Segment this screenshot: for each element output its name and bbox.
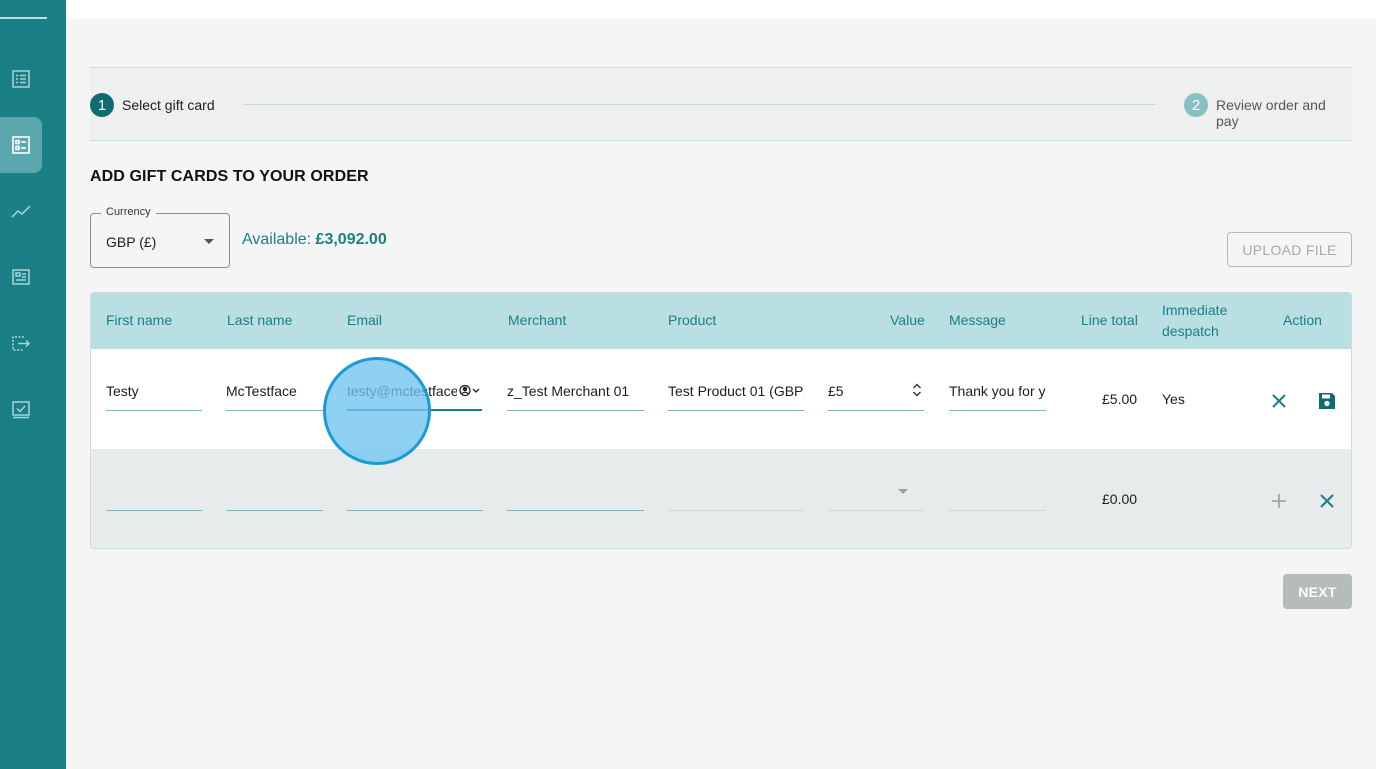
message-field[interactable]: Thank you for your xyxy=(949,377,1046,411)
first-name-field[interactable]: Testy xyxy=(106,377,202,411)
table-row-new: £0.00 xyxy=(91,449,1351,548)
plus-icon xyxy=(1272,494,1286,508)
sidebar-item-gift-cards[interactable] xyxy=(0,117,42,173)
document-icon xyxy=(12,269,30,285)
order-stepper: 1 Select gift card 2 Review order and pa… xyxy=(90,67,1352,141)
product-value: Test Product 01 (GBP) xyxy=(668,383,804,399)
field-underline xyxy=(226,410,323,411)
gift-card-table: First name Last name Email Merchant Prod… xyxy=(90,292,1352,549)
header-immediate-despatch-line1: Immediate xyxy=(1162,302,1228,318)
field-underline xyxy=(949,410,1046,411)
stepper-arrows-icon[interactable] xyxy=(912,382,922,398)
page-title: ADD GIFT CARDS TO YOUR ORDER xyxy=(90,168,369,185)
top-bar xyxy=(66,0,1376,19)
line-total-value: £5.00 xyxy=(1102,391,1138,407)
last-name-input-empty[interactable] xyxy=(226,510,323,511)
sidebar xyxy=(0,0,66,769)
table-row: Testy McTestface testy@mctestface z_Test… xyxy=(91,349,1351,449)
last-name-field[interactable]: McTestface xyxy=(226,377,323,411)
step-1-label: Select gift card xyxy=(122,97,215,113)
first-name-input-empty[interactable] xyxy=(106,510,202,511)
available-balance: Available: £3,092.00 xyxy=(242,231,387,249)
sidebar-item-approvals[interactable] xyxy=(0,381,42,437)
save-icon xyxy=(1319,393,1335,409)
header-action: Action xyxy=(1283,312,1322,328)
currency-label: Currency xyxy=(101,206,156,218)
field-underline xyxy=(828,510,924,511)
merchant-input-empty[interactable] xyxy=(507,510,644,511)
step-2-number: 2 xyxy=(1184,93,1208,117)
value-stepper[interactable]: £5 xyxy=(828,377,924,411)
caret-down-icon xyxy=(204,239,214,244)
available-amount: £3,092.00 xyxy=(315,231,387,248)
caret-down-icon xyxy=(898,489,908,494)
step-connector xyxy=(243,104,1155,105)
list-icon xyxy=(12,70,30,88)
first-name-value: Testy xyxy=(106,383,139,399)
autofill-contact-icon[interactable] xyxy=(459,384,481,397)
available-label: Available: xyxy=(242,231,312,248)
remove-row-button[interactable] xyxy=(1267,389,1291,413)
upload-file-button[interactable]: UPLOAD FILE xyxy=(1227,232,1352,267)
header-first-name: First name xyxy=(106,312,173,328)
email-input-empty[interactable] xyxy=(347,510,483,511)
header-email: Email xyxy=(347,312,383,328)
save-row-button[interactable] xyxy=(1315,389,1339,413)
header-last-name: Last name xyxy=(227,312,293,328)
immediate-despatch-value: Yes xyxy=(1162,391,1185,407)
next-button[interactable]: NEXT xyxy=(1283,574,1352,609)
field-underline xyxy=(668,410,804,411)
merchant-field[interactable]: z_Test Merchant 01 xyxy=(507,377,644,411)
currency-value: GBP (£) xyxy=(106,234,157,250)
header-immediate-despatch-line2: despatch xyxy=(1162,323,1219,339)
checklist-icon xyxy=(12,136,30,154)
last-name-value: McTestface xyxy=(226,383,297,399)
value-select-empty[interactable] xyxy=(828,479,924,511)
product-field[interactable]: Test Product 01 (GBP) xyxy=(668,377,804,411)
close-icon xyxy=(1272,394,1286,408)
message-input-empty[interactable] xyxy=(949,510,1046,511)
header-product: Product xyxy=(668,312,717,328)
sidebar-item-reports[interactable] xyxy=(0,249,42,305)
sidebar-item-transfer[interactable] xyxy=(0,315,42,371)
add-row-button[interactable] xyxy=(1267,489,1291,513)
close-icon xyxy=(1320,494,1334,508)
header-merchant: Merchant xyxy=(508,312,567,328)
sidebar-item-orders-list[interactable] xyxy=(0,51,42,107)
header-message: Message xyxy=(949,312,1006,328)
field-underline xyxy=(828,410,924,411)
step-1-number: 1 xyxy=(90,93,114,117)
sidebar-item-analytics[interactable] xyxy=(0,183,42,239)
remove-new-row-button[interactable] xyxy=(1315,489,1339,513)
message-value: Thank you for your xyxy=(949,383,1046,399)
sidebar-divider xyxy=(0,17,47,19)
chart-line-icon xyxy=(11,205,31,218)
header-line-total: Line total xyxy=(1081,312,1138,328)
checkbox-icon xyxy=(12,401,30,419)
header-value: Value xyxy=(890,312,925,328)
value-amount: £5 xyxy=(828,383,844,399)
line-total-value: £0.00 xyxy=(1102,491,1138,507)
merchant-value: z_Test Merchant 01 xyxy=(507,383,630,399)
product-input-empty[interactable] xyxy=(668,510,804,511)
currency-select[interactable]: Currency GBP (£) xyxy=(90,206,230,268)
export-icon xyxy=(12,336,31,351)
table-header: First name Last name Email Merchant Prod… xyxy=(91,293,1351,349)
field-underline xyxy=(106,410,202,411)
logo-fragment-icon xyxy=(4,0,44,2)
step-2-label: Review order and pay xyxy=(1216,97,1326,129)
click-indicator xyxy=(323,357,431,465)
field-underline xyxy=(507,410,644,411)
